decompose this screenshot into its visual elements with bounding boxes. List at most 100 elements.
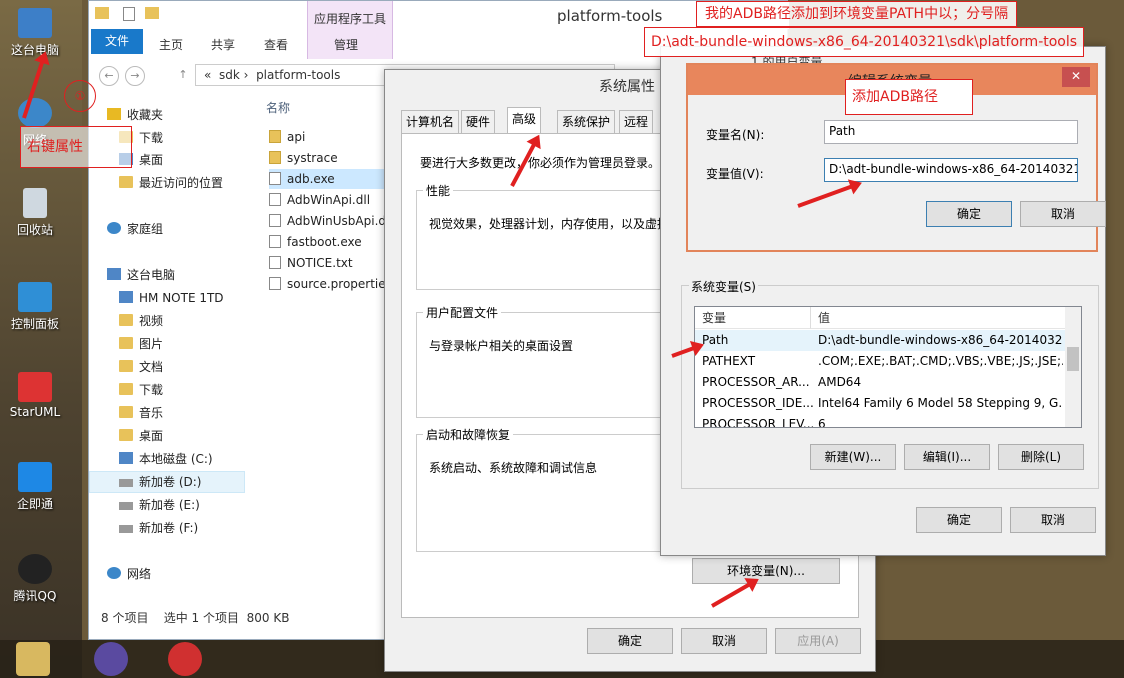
new-folder-icon[interactable] — [145, 7, 159, 19]
back-button[interactable]: ← — [99, 66, 119, 86]
context-tab-app-tools[interactable]: 应用程序工具 管理 — [307, 1, 393, 59]
nav-pictures[interactable]: 图片 — [119, 334, 163, 354]
env-ok-button[interactable]: 确定 — [916, 507, 1002, 533]
file-item[interactable]: NOTICE.txt — [269, 253, 389, 273]
cancel-button[interactable]: 取消 — [681, 628, 767, 654]
folder-icon — [119, 383, 133, 395]
env-cancel-button[interactable]: 取消 — [1010, 507, 1096, 533]
app-icon — [18, 462, 52, 492]
file-icon — [269, 277, 281, 290]
nav-hm-note[interactable]: HM NOTE 1TD — [119, 288, 224, 308]
staruml-icon — [18, 372, 52, 402]
table-row[interactable]: PROCESSOR_AR... AMD64 — [695, 372, 1067, 393]
column-name[interactable]: 名称 — [266, 99, 290, 116]
breadcrumb-sdk[interactable]: sdk — [219, 68, 240, 82]
desktop-icon-recycle[interactable]: 回收站 — [0, 188, 70, 238]
nav-homegroup[interactable]: 家庭组 — [107, 219, 163, 239]
app-task-icon[interactable] — [168, 642, 202, 676]
table-row[interactable]: PROCESSOR_IDE... Intel64 Family 6 Model 5… — [695, 393, 1067, 414]
phone-icon — [119, 291, 133, 303]
qq-icon — [18, 554, 52, 584]
apply-button[interactable]: 应用(A) — [775, 628, 861, 654]
file-item[interactable]: api — [269, 127, 389, 147]
star-icon — [107, 108, 121, 120]
nav-documents[interactable]: 文档 — [119, 357, 163, 377]
environment-variables-button[interactable]: 环境变量(N)... — [692, 558, 840, 584]
tab-hardware[interactable]: 硬件 — [461, 110, 496, 134]
table-row[interactable]: PROCESSOR_LEV... 6 — [695, 414, 1067, 427]
variable-value-field[interactable]: D:\adt-bundle-windows-x86_64-20140321\ — [824, 158, 1078, 182]
tab-remote[interactable]: 远程 — [619, 110, 654, 134]
tab-home[interactable]: 主页 — [159, 36, 183, 53]
file-tab[interactable]: 文件 — [91, 29, 143, 54]
nav-network[interactable]: 网络 — [107, 564, 151, 584]
column-variable[interactable]: 变量 — [695, 307, 811, 329]
table-row[interactable]: PATHEXT .COM;.EXE;.BAT;.CMD;.VBS;.VBE;.JS… — [695, 351, 1067, 372]
nav-drive-f[interactable]: 新加卷 (F:) — [119, 518, 198, 538]
annotation-step: ① — [64, 80, 96, 112]
table-row[interactable]: Path D:\adt-bundle-windows-x86_64-2014032… — [695, 330, 1067, 351]
tab-share[interactable]: 共享 — [211, 36, 235, 53]
close-button[interactable]: ✕ — [1062, 67, 1090, 87]
nav-drive-c[interactable]: 本地磁盘 (C:) — [119, 449, 213, 469]
nav-videos[interactable]: 视频 — [119, 311, 163, 331]
drive-icon — [119, 452, 133, 464]
file-item-selected[interactable]: adb.exe — [269, 169, 389, 189]
eclipse-task-icon[interactable] — [94, 642, 128, 676]
text-file-icon — [269, 256, 281, 269]
exe-icon — [269, 172, 281, 185]
tab-manage[interactable]: 管理 — [334, 36, 358, 53]
nav-downloads-2[interactable]: 下载 — [119, 380, 163, 400]
nav-drive-d[interactable]: 新加卷 (D:) — [119, 472, 201, 492]
tab-advanced[interactable]: 高级 — [507, 107, 542, 134]
properties-icon[interactable] — [123, 7, 135, 21]
nav-this-pc[interactable]: 这台电脑 — [107, 265, 175, 285]
up-button[interactable]: ↑ — [173, 66, 193, 86]
cancel-button[interactable]: 取消 — [1020, 201, 1106, 227]
nav-desktop-2[interactable]: 桌面 — [119, 426, 163, 446]
file-item[interactable]: systrace — [269, 148, 389, 168]
drive-icon — [119, 479, 133, 487]
control-panel-icon — [18, 282, 52, 312]
nav-music[interactable]: 音乐 — [119, 403, 163, 423]
file-item[interactable]: AdbWinApi.dll — [269, 190, 389, 210]
tab-computer-name[interactable]: 计算机名 — [401, 110, 460, 134]
nav-recent[interactable]: 最近访问的位置 — [119, 173, 223, 193]
dll-icon — [269, 193, 281, 206]
desktop-icon-qq[interactable]: 腾讯QQ — [0, 554, 70, 604]
file-item[interactable]: source.propertie — [269, 274, 389, 294]
desktop-icon-staruml[interactable]: StarUML — [0, 372, 70, 419]
delete-button[interactable]: 删除(L) — [998, 444, 1084, 470]
variable-name-field[interactable]: Path — [824, 120, 1078, 144]
nav-drive-e[interactable]: 新加卷 (E:) — [119, 495, 200, 515]
file-item[interactable]: AdbWinUsbApi.d — [269, 211, 389, 231]
exe-icon — [269, 235, 281, 248]
breadcrumb-platform-tools[interactable]: platform-tools — [256, 68, 340, 82]
folder-icon — [269, 130, 281, 143]
folder-icon — [119, 406, 133, 418]
tab-system-protection[interactable]: 系统保护 — [557, 110, 616, 134]
annotation-path: D:\adt-bundle-windows-x86_64-20140321\sd… — [644, 27, 1085, 57]
scrollbar-thumb[interactable] — [1067, 347, 1079, 371]
new-button[interactable]: 新建(W)... — [810, 444, 896, 470]
file-list: 名称 api systrace adb.exe AdbWinApi.dll Ad… — [261, 93, 389, 303]
desktop-icon-this-pc[interactable]: 这台电脑 — [0, 8, 70, 58]
recent-icon — [119, 176, 133, 188]
explorer-task-icon[interactable] — [16, 642, 50, 676]
scrollbar[interactable] — [1065, 307, 1081, 427]
tab-view[interactable]: 查看 — [264, 36, 288, 53]
system-variables-table[interactable]: 变量 值 Path D:\adt-bundle-windows-x86_64-20… — [694, 306, 1082, 428]
ok-button[interactable]: 确定 — [926, 201, 1012, 227]
column-value[interactable]: 值 — [811, 307, 1067, 329]
annotation-add: 添加ADB路径 — [845, 79, 973, 115]
ok-button[interactable]: 确定 — [587, 628, 673, 654]
file-item[interactable]: fastboot.exe — [269, 232, 389, 252]
forward-button[interactable]: → — [125, 66, 145, 86]
nav-favorites[interactable]: 收藏夹 — [107, 105, 163, 125]
admin-note: 要进行大多数更改，你必须作为管理员登录。 — [420, 156, 661, 170]
desktop-icon-control-panel[interactable]: 控制面板 — [0, 282, 70, 332]
folder-icon — [95, 7, 109, 19]
edit-button[interactable]: 编辑(I)... — [904, 444, 990, 470]
system-variables-group: 系统变量(S) 变量 值 Path D:\adt-bundle-windows-x… — [681, 278, 1099, 489]
desktop-icon-qjt[interactable]: 企即通 — [0, 462, 70, 512]
